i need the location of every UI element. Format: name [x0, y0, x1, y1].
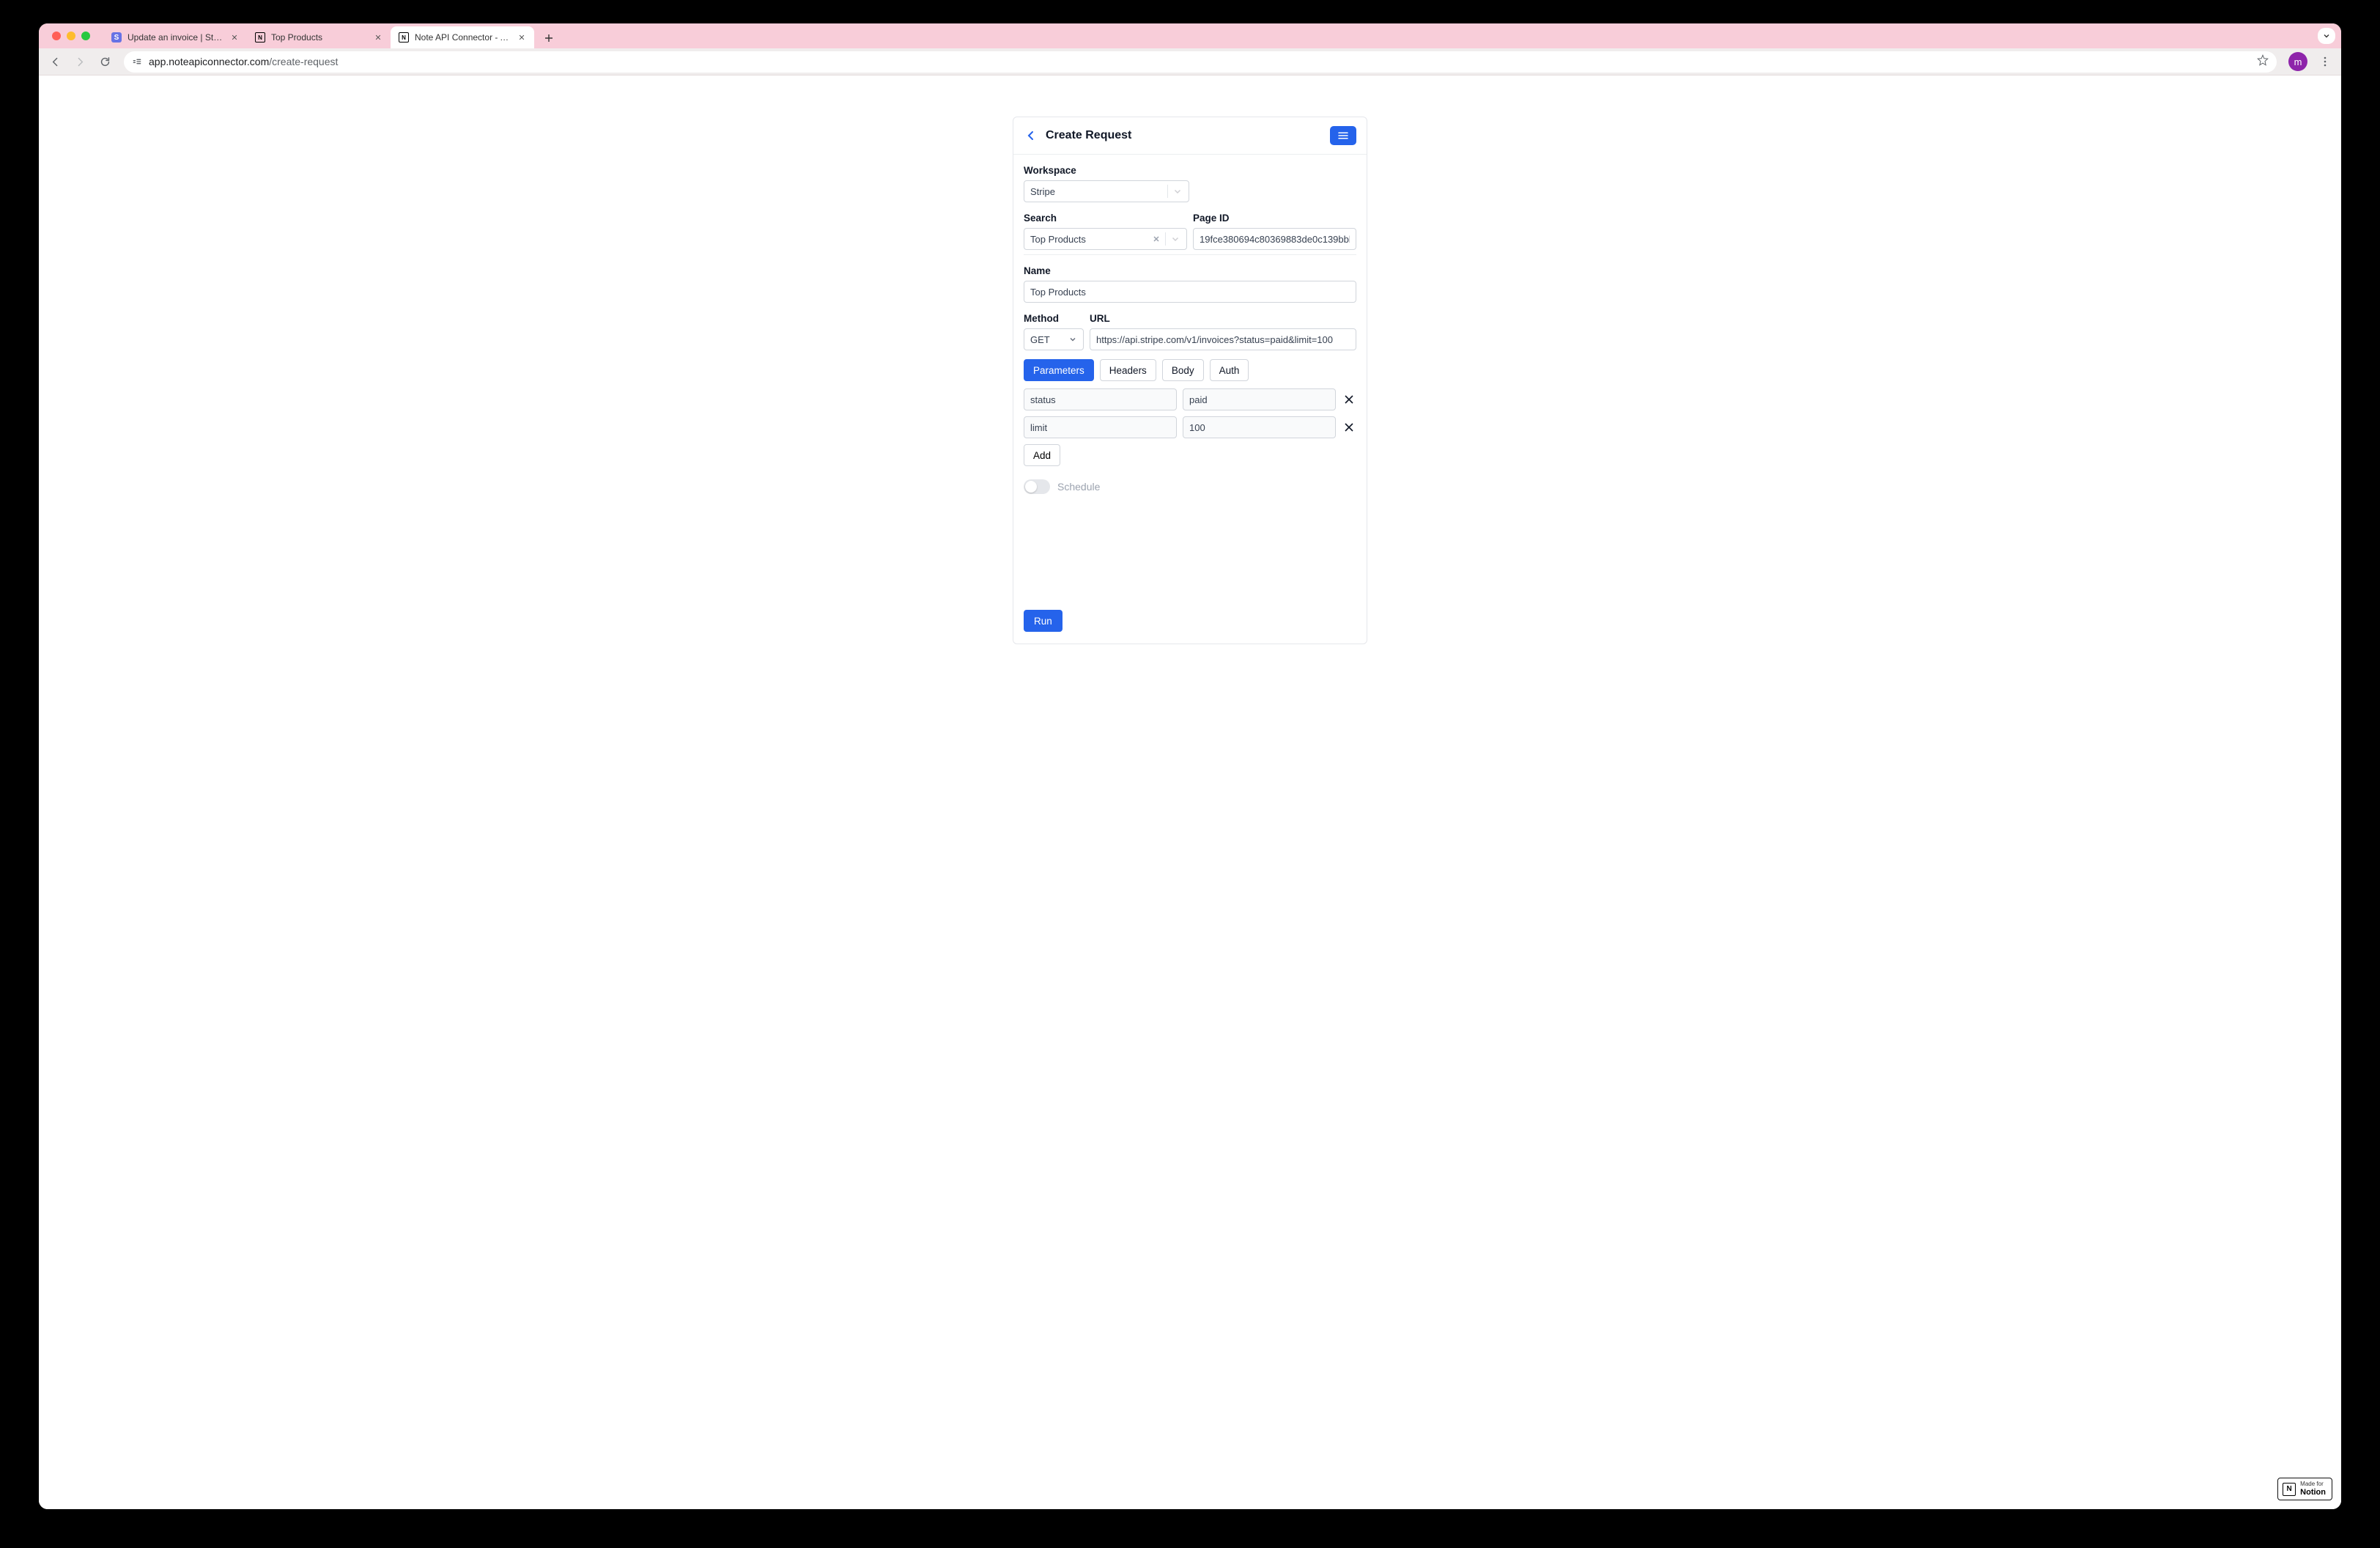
name-label: Name — [1024, 265, 1356, 276]
param-key-input[interactable] — [1024, 416, 1177, 438]
chevron-down-icon — [1170, 234, 1180, 244]
site-info-icon[interactable] — [131, 56, 143, 67]
tab-title: Update an invoice | Stripe API — [128, 32, 224, 43]
card-title: Create Request — [1046, 129, 1131, 142]
reload-button[interactable] — [95, 51, 115, 72]
workspace-select[interactable]: Stripe — [1024, 180, 1189, 202]
forward-button[interactable] — [70, 51, 90, 72]
delete-param-button[interactable] — [1342, 420, 1356, 435]
address-bar[interactable]: app.noteapiconnector.com/create-request — [124, 51, 2277, 73]
toolbar: app.noteapiconnector.com/create-request … — [39, 48, 2341, 75]
back-button[interactable] — [45, 51, 65, 72]
maximize-window-button[interactable] — [81, 32, 90, 40]
chevron-down-icon — [2322, 32, 2331, 40]
tab-title: Note API Connector - App — [415, 32, 511, 43]
bookmark-star-icon[interactable] — [2256, 54, 2269, 70]
menu-button[interactable] — [1330, 126, 1356, 145]
notion-logo-icon: N — [2283, 1483, 2296, 1496]
chevron-left-icon — [1025, 130, 1037, 141]
workspace-label: Workspace — [1024, 165, 1356, 176]
method-label: Method — [1024, 313, 1084, 324]
close-window-button[interactable] — [52, 32, 61, 40]
new-tab-button[interactable] — [539, 28, 559, 48]
stripe-favicon-icon: S — [111, 32, 122, 43]
profile-avatar[interactable]: m — [2288, 52, 2307, 71]
delete-param-button[interactable] — [1342, 392, 1356, 407]
notion-favicon-icon: N — [254, 32, 266, 43]
create-request-card: Create Request Workspace Stripe Search — [1013, 117, 1367, 644]
tab-body[interactable]: Body — [1162, 359, 1204, 381]
url-input[interactable] — [1090, 328, 1356, 350]
add-param-button[interactable]: Add — [1024, 444, 1060, 466]
param-row — [1024, 416, 1356, 438]
made-for-notion-badge[interactable]: N Made for Notion — [2277, 1478, 2332, 1500]
close-icon — [1343, 394, 1355, 405]
window-controls — [45, 32, 97, 40]
app-favicon-icon: N — [398, 32, 410, 43]
schedule-row: Schedule — [1024, 479, 1356, 494]
name-input[interactable] — [1024, 281, 1356, 303]
page-id-label: Page ID — [1193, 213, 1356, 224]
tabs: S Update an invoice | Stripe API N Top P… — [103, 23, 559, 48]
kebab-icon — [2319, 56, 2331, 67]
workspace-value: Stripe — [1030, 186, 1163, 197]
back-link[interactable] — [1024, 128, 1038, 143]
chevron-down-icon — [1172, 186, 1183, 196]
tabs-dropdown-button[interactable] — [2318, 28, 2335, 44]
divider — [1024, 254, 1356, 255]
tab-note-api-connector[interactable]: N Note API Connector - App — [391, 26, 534, 48]
tab-headers[interactable]: Headers — [1100, 359, 1156, 381]
param-value-input[interactable] — [1183, 388, 1336, 410]
tab-top-products[interactable]: N Top Products — [247, 26, 391, 48]
hamburger-icon — [1337, 129, 1350, 142]
browser-window: S Update an invoice | Stripe API N Top P… — [39, 23, 2341, 1509]
param-row — [1024, 388, 1356, 410]
card-header: Create Request — [1013, 117, 1367, 155]
param-value-input[interactable] — [1183, 416, 1336, 438]
url-label: URL — [1090, 313, 1356, 324]
tab-bar: S Update an invoice | Stripe API N Top P… — [39, 23, 2341, 48]
close-icon — [1343, 421, 1355, 433]
param-key-input[interactable] — [1024, 388, 1177, 410]
tab-stripe-api[interactable]: S Update an invoice | Stripe API — [103, 26, 247, 48]
url-text: app.noteapiconnector.com/create-request — [149, 56, 338, 67]
close-tab-icon[interactable] — [229, 32, 240, 43]
chevron-down-icon — [1068, 335, 1077, 344]
browser-menu-button[interactable] — [2315, 51, 2335, 72]
method-select[interactable]: GET — [1024, 328, 1084, 350]
plus-icon — [544, 33, 554, 43]
method-value: GET — [1030, 334, 1068, 345]
close-tab-icon[interactable] — [373, 32, 383, 43]
card-body: Workspace Stripe Search Top Products — [1013, 155, 1367, 644]
tab-auth[interactable]: Auth — [1210, 359, 1249, 381]
tab-title: Top Products — [271, 32, 368, 43]
close-tab-icon[interactable] — [517, 32, 527, 43]
run-button[interactable]: Run — [1024, 610, 1062, 632]
minimize-window-button[interactable] — [67, 32, 75, 40]
tab-parameters[interactable]: Parameters — [1024, 359, 1094, 381]
search-value: Top Products — [1030, 234, 1152, 245]
schedule-label: Schedule — [1057, 481, 1100, 493]
clear-search-icon[interactable] — [1152, 235, 1161, 243]
search-label: Search — [1024, 213, 1187, 224]
search-select[interactable]: Top Products — [1024, 228, 1187, 250]
request-tabset: Parameters Headers Body Auth — [1024, 359, 1356, 381]
page-content: Create Request Workspace Stripe Search — [39, 75, 2341, 1509]
schedule-toggle[interactable] — [1024, 479, 1050, 494]
page-id-input[interactable] — [1193, 228, 1356, 250]
